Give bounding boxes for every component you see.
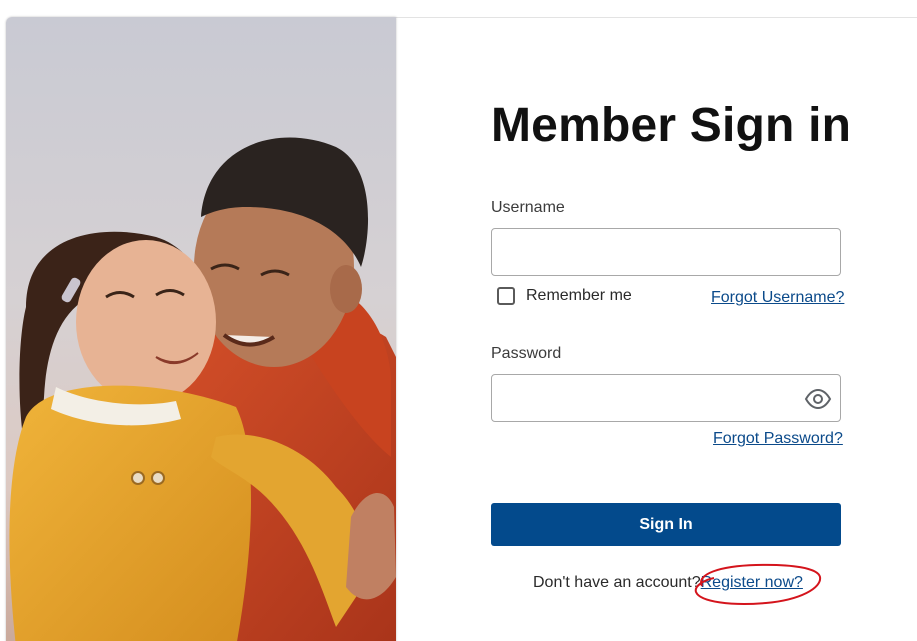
- register-row: Don't have an account?Register now?: [533, 574, 803, 592]
- register-now-link[interactable]: Register now?: [701, 574, 803, 591]
- username-input[interactable]: [491, 228, 841, 276]
- page-title: Member Sign in: [491, 99, 852, 152]
- sign-in-button[interactable]: Sign In: [491, 503, 841, 546]
- checkbox-box[interactable]: [497, 287, 515, 305]
- register-prompt: Don't have an account?: [533, 574, 701, 591]
- remember-me-label: Remember me: [526, 287, 632, 304]
- hero-photo: [6, 17, 396, 641]
- remember-me-checkbox[interactable]: Remember me: [497, 287, 632, 305]
- forgot-password-link[interactable]: Forgot Password?: [713, 430, 843, 448]
- username-label: Username: [491, 199, 565, 216]
- top-divider: [396, 17, 917, 18]
- eye-icon[interactable]: [804, 388, 832, 410]
- password-input[interactable]: [491, 374, 841, 422]
- sign-in-page: Member Sign in Username Remember me Forg…: [0, 0, 917, 641]
- forgot-username-link[interactable]: Forgot Username?: [711, 289, 844, 307]
- password-label: Password: [491, 345, 562, 362]
